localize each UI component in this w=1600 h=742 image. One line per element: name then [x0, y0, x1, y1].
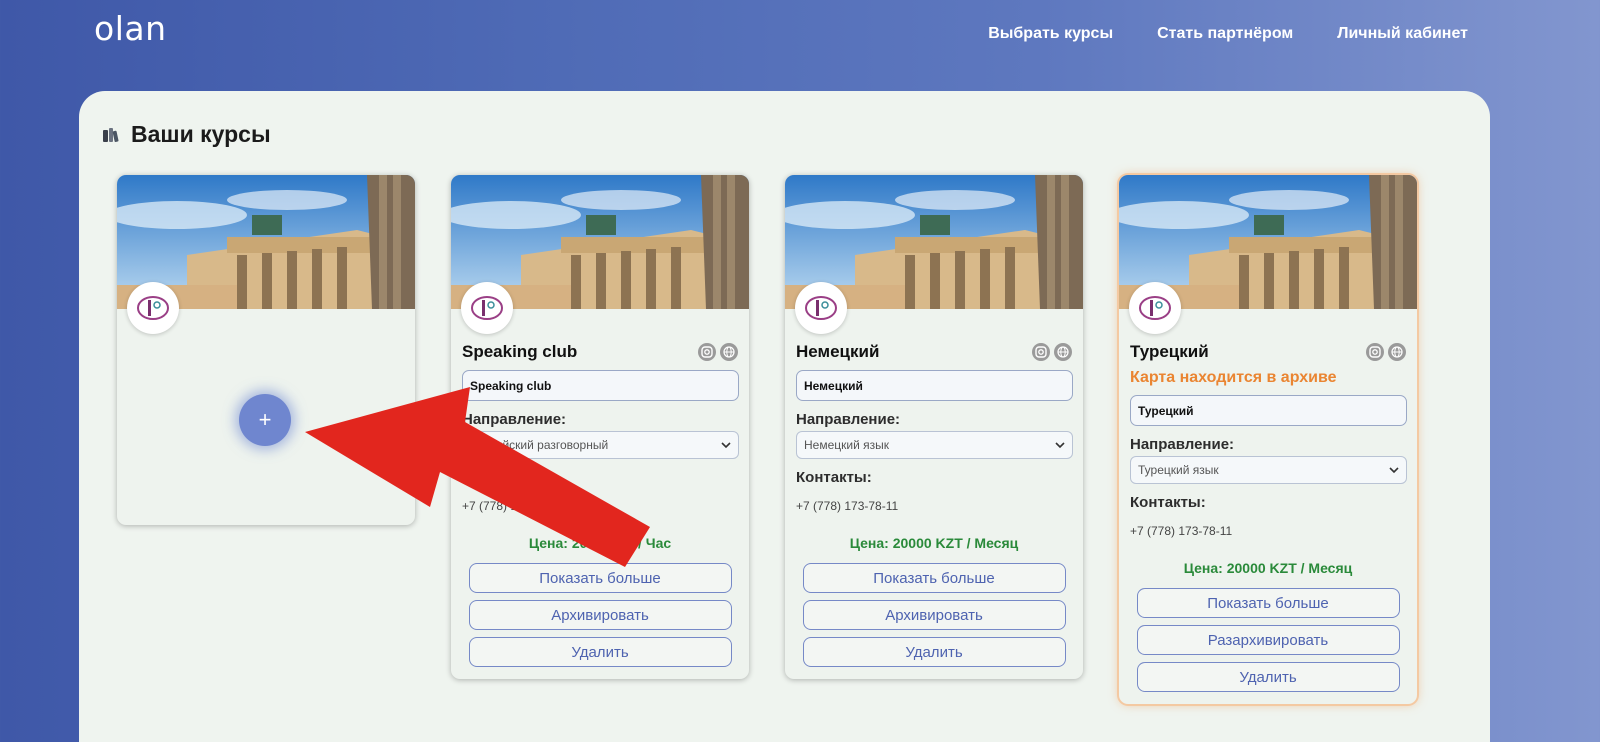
top-nav: Выбрать курсы Стать партнёром Личный каб… — [988, 25, 1468, 43]
course-name-input[interactable]: Немецкий — [796, 370, 1073, 401]
direction-value: Немецкий язык — [804, 438, 890, 452]
contact-phone: +7 (778) 173-78-11 — [462, 499, 565, 513]
archive-button[interactable]: Архивировать — [468, 600, 732, 630]
chevron-down-icon — [1055, 441, 1065, 448]
show-more-button[interactable]: Показать больше — [802, 563, 1066, 593]
archived-status-text: Карта находится в архиве — [1130, 369, 1337, 386]
social-links — [1032, 343, 1072, 361]
direction-label: Направление: — [1130, 436, 1235, 453]
show-more-button[interactable]: Показать больше — [468, 563, 732, 593]
direction-select[interactable]: Турецкий язык — [1130, 456, 1407, 484]
course-title: Турецкий — [1130, 342, 1209, 361]
contact-phone: +7 (778) 173-78-11 — [796, 499, 899, 513]
add-course-button[interactable]: + — [239, 394, 291, 446]
course-card-archived: Турецкий Карта находится в архиве Турецк… — [1119, 175, 1417, 704]
school-logo-avatar — [1129, 282, 1181, 334]
contacts-label: Контакты: — [1130, 494, 1206, 511]
school-logo-avatar — [461, 282, 513, 334]
chevron-down-icon — [721, 441, 731, 448]
globe-icon[interactable] — [1054, 343, 1072, 361]
nav-become-partner[interactable]: Стать партнёром — [1157, 25, 1293, 43]
instagram-icon[interactable] — [1032, 343, 1050, 361]
plus-icon: + — [258, 407, 272, 432]
course-name-input[interactable]: Speaking club — [462, 370, 739, 401]
globe-icon[interactable] — [720, 343, 738, 361]
archive-button[interactable]: Архивировать — [802, 600, 1066, 630]
course-title: Speaking club — [462, 342, 578, 361]
course-price: Цена: 2000 KZT / Час — [528, 535, 672, 551]
course-card: Немецкий Немецкий Направление: Немецкий … — [785, 175, 1083, 679]
contact-phone: +7 (778) 173-78-11 — [1130, 524, 1233, 538]
instagram-icon[interactable] — [698, 343, 716, 361]
direction-select[interactable]: Немецкий язык — [796, 431, 1073, 459]
instagram-icon[interactable] — [1366, 343, 1384, 361]
direction-value: Английский разговорный — [470, 438, 609, 452]
show-more-button[interactable]: Показать больше — [1136, 588, 1400, 618]
direction-value: Турецкий язык — [1138, 463, 1219, 477]
contacts-label: Контакты: — [796, 469, 872, 486]
chevron-down-icon — [1389, 466, 1399, 473]
course-price: Цена: 20000 KZT / Месяц — [849, 535, 1019, 551]
school-logo-avatar — [127, 282, 179, 334]
course-card: Speaking club Speaking club Направление:… — [451, 175, 749, 679]
page-title: Ваши курсы — [131, 121, 271, 147]
olan-logo[interactable]: olan — [94, 12, 167, 45]
delete-button[interactable]: Удалить — [1136, 662, 1400, 692]
direction-label: Направление: — [796, 411, 901, 428]
unarchive-button[interactable]: Разархивировать — [1136, 625, 1400, 655]
books-icon — [103, 127, 119, 142]
nav-account[interactable]: Личный кабинет — [1337, 25, 1468, 43]
delete-button[interactable]: Удалить — [468, 637, 732, 667]
school-logo-avatar — [795, 282, 847, 334]
courses-panel: Ваши курсы + Speaking club Speaking club… — [79, 91, 1490, 742]
globe-icon[interactable] — [1388, 343, 1406, 361]
logo-text: olan — [94, 9, 167, 48]
delete-button[interactable]: Удалить — [802, 637, 1066, 667]
social-links — [698, 343, 738, 361]
course-price: Цена: 20000 KZT / Месяц — [1183, 560, 1353, 576]
panel-header: Ваши курсы — [101, 121, 271, 148]
add-course-card: + — [117, 175, 415, 525]
direction-label: Направление: — [462, 411, 567, 428]
course-title: Немецкий — [796, 342, 880, 361]
nav-choose-courses[interactable]: Выбрать курсы — [988, 25, 1113, 43]
direction-select[interactable]: Английский разговорный — [462, 431, 739, 459]
contacts-label: Контакты: — [462, 469, 538, 486]
course-name-input[interactable]: Турецкий — [1130, 395, 1407, 426]
social-links — [1366, 343, 1406, 361]
